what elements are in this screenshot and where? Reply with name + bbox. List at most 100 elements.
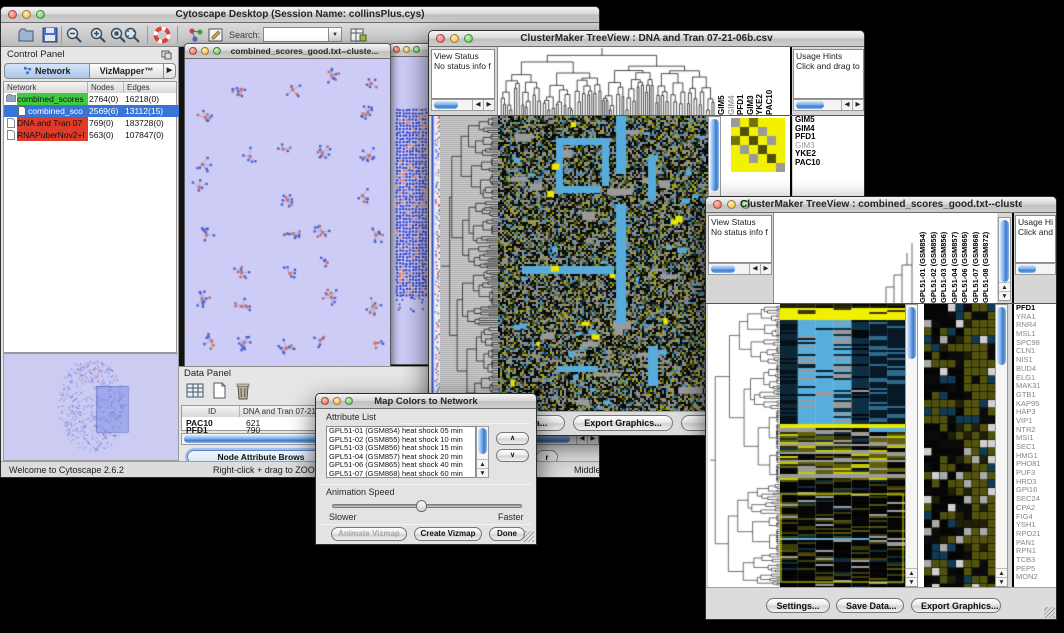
help-icon[interactable] bbox=[153, 26, 171, 44]
new-attribute-icon[interactable] bbox=[209, 381, 229, 400]
treeview1-titlebar[interactable]: ClusterMaker TreeView : DNA and Tran 07-… bbox=[429, 31, 864, 47]
array-label[interactable]: GPL51-07 (GSM868) bbox=[971, 213, 982, 303]
close-button[interactable] bbox=[8, 10, 17, 19]
delete-attribute-trash-icon[interactable] bbox=[233, 380, 253, 401]
array-label[interactable]: GPL51-04 (GSM857) bbox=[950, 213, 961, 303]
gene-label[interactable]: ELG1 bbox=[1014, 374, 1056, 383]
annotation-icon[interactable] bbox=[207, 26, 225, 44]
usage-hints-scrollbar[interactable] bbox=[1015, 263, 1056, 275]
gene-label[interactable]: VIP1 bbox=[1014, 417, 1056, 426]
column-label[interactable]: GIM5 bbox=[717, 47, 727, 115]
zoom-button[interactable] bbox=[213, 47, 221, 55]
scroll-up-arrow[interactable]: ▲ bbox=[996, 568, 1007, 577]
scroll-right-arrow[interactable]: ▶ bbox=[483, 100, 494, 110]
create-vizmap-button[interactable]: Create Vizmap bbox=[414, 527, 482, 541]
hscroll-thumb[interactable] bbox=[796, 101, 824, 109]
zoom-fit-icon[interactable] bbox=[123, 26, 141, 44]
scroll-left-arrow[interactable]: ◀ bbox=[472, 100, 483, 110]
gene-label[interactable]: GTB1 bbox=[1014, 391, 1056, 400]
settings-button[interactable]: Settings... bbox=[766, 598, 830, 613]
move-up-button[interactable]: ∧ bbox=[496, 432, 529, 445]
column-label[interactable]: PAC10 bbox=[765, 47, 775, 115]
hscroll-thumb[interactable] bbox=[434, 101, 458, 109]
hscroll-thumb[interactable] bbox=[711, 265, 735, 273]
gene-label[interactable]: TCB3 bbox=[1014, 556, 1056, 565]
network1-canvas[interactable] bbox=[185, 59, 390, 367]
gene-label[interactable]: PFD1 bbox=[793, 133, 864, 142]
view-status-scrollbar[interactable]: ◀ ▶ bbox=[708, 263, 772, 275]
tab-overflow-button[interactable]: ▶ bbox=[164, 63, 176, 79]
hscroll-thumb[interactable] bbox=[1018, 265, 1036, 273]
search-input[interactable] bbox=[263, 27, 329, 42]
array-label[interactable]: GPL51-06 (GSM865) bbox=[960, 213, 971, 303]
heatmap-vscrollbar[interactable]: ▲ ▼ bbox=[905, 304, 918, 587]
array-label[interactable]: GPL51-08 (GSM872) bbox=[981, 213, 992, 303]
usage-hints-scrollbar[interactable]: ◀ ▶ bbox=[793, 99, 864, 111]
scroll-right-arrow[interactable]: ▶ bbox=[760, 264, 771, 274]
column-label[interactable]: GIM4 bbox=[727, 47, 737, 115]
gene-label[interactable]: GIM4 bbox=[793, 125, 864, 134]
network-row-dna-and-tran[interactable]: DNA and Tran 07 769(0) 183728(0) bbox=[4, 117, 182, 129]
scroll-left-arrow[interactable]: ◀ bbox=[749, 264, 760, 274]
minimize-button[interactable] bbox=[450, 34, 459, 43]
gene-label[interactable]: YKE2 bbox=[793, 150, 864, 159]
minimize-button[interactable] bbox=[727, 200, 736, 209]
resize-grip[interactable] bbox=[1044, 607, 1055, 618]
expression-heatmap-canvas[interactable] bbox=[780, 304, 905, 587]
gene-label[interactable]: MSI1 bbox=[1014, 434, 1056, 443]
scroll-up-arrow[interactable]: ▲ bbox=[477, 459, 488, 468]
attribute-browser-icon[interactable] bbox=[349, 26, 367, 44]
gene-label[interactable]: MSL1 bbox=[1014, 330, 1056, 339]
speed-slider-thumb[interactable] bbox=[416, 500, 427, 512]
scroll-right-arrow[interactable]: ▶ bbox=[852, 100, 863, 110]
vizmapper-icon[interactable] bbox=[187, 26, 205, 44]
network-row-combined-scores[interactable]: combined_scores 2764(0) 16218(0) bbox=[4, 93, 182, 105]
minimize-button[interactable] bbox=[333, 397, 341, 405]
attribute-list-vscrollbar[interactable]: ▲ ▼ bbox=[476, 426, 489, 478]
column-label[interactable]: GIM3 bbox=[746, 47, 756, 115]
close-button[interactable] bbox=[436, 34, 445, 43]
labels-vscrollbar[interactable]: ▲ ▼ bbox=[998, 217, 1011, 301]
gene-label[interactable]: BUD4 bbox=[1014, 365, 1056, 374]
vscroll-thumb[interactable] bbox=[710, 119, 719, 191]
vscroll-thumb[interactable] bbox=[907, 307, 916, 359]
global-overview-strip[interactable] bbox=[431, 116, 440, 411]
vscroll-thumb[interactable] bbox=[997, 307, 1006, 365]
gene-label[interactable]: MAK31 bbox=[1014, 382, 1056, 391]
zoom-vscrollbar[interactable]: ▲ ▼ bbox=[995, 304, 1008, 587]
gene-label[interactable]: GPI16 bbox=[1014, 486, 1056, 495]
gene-label[interactable]: PEP5 bbox=[1014, 565, 1056, 574]
gene-label[interactable]: PFD1 bbox=[1014, 304, 1056, 313]
similarity-heatmap-canvas[interactable] bbox=[498, 116, 708, 411]
attribute-item[interactable]: GPL51-07 (GSM868) heat shock 60 min bbox=[327, 470, 475, 478]
row-dendrogram-canvas[interactable] bbox=[440, 116, 498, 411]
animate-vizmap-button[interactable]: Animate Vizmap bbox=[331, 527, 407, 541]
close-button[interactable] bbox=[393, 46, 400, 53]
network-row-rnapubernov2[interactable]: RNAPuberNov2+I 563(0) 107847(0) bbox=[4, 129, 182, 141]
gene-label[interactable]: PHO81 bbox=[1014, 460, 1056, 469]
column-label[interactable]: PFD1 bbox=[736, 47, 746, 115]
network1-titlebar[interactable]: combined_scores_good.txt--cluste... bbox=[185, 44, 390, 59]
open-file-icon[interactable] bbox=[17, 26, 35, 44]
gene-label[interactable]: PAC10 bbox=[793, 159, 864, 168]
zoom-heatmap-canvas[interactable] bbox=[924, 304, 995, 587]
speed-slider-track[interactable] bbox=[332, 504, 522, 508]
scroll-up-arrow[interactable]: ▲ bbox=[906, 568, 917, 577]
network2-canvas[interactable] bbox=[390, 57, 432, 364]
column-tree-canvas[interactable] bbox=[773, 213, 919, 303]
array-label[interactable]: GPL51-03 (GSM856) bbox=[939, 213, 950, 303]
view-status-scrollbar[interactable]: ◀ ▶ bbox=[431, 99, 495, 111]
array-label[interactable]: GPL51-02 (GSM855) bbox=[929, 213, 940, 303]
gene-label[interactable]: YSH1 bbox=[1014, 521, 1056, 530]
save-icon[interactable] bbox=[41, 26, 59, 44]
gene-label[interactable]: MON2 bbox=[1014, 573, 1056, 582]
scroll-down-arrow[interactable]: ▼ bbox=[906, 577, 917, 586]
attribute-table-icon[interactable] bbox=[185, 381, 205, 400]
vscroll-thumb[interactable] bbox=[1000, 220, 1009, 282]
gene-label[interactable]: HAP3 bbox=[1014, 408, 1056, 417]
column-dendrogram-canvas[interactable] bbox=[497, 47, 717, 115]
gene-label[interactable]: YRA1 bbox=[1014, 313, 1056, 322]
save-data-button[interactable]: Save Data... bbox=[836, 598, 904, 613]
export-graphics-button[interactable]: Export Graphics... bbox=[573, 415, 673, 431]
network-overview-thumbnail[interactable] bbox=[3, 353, 179, 461]
